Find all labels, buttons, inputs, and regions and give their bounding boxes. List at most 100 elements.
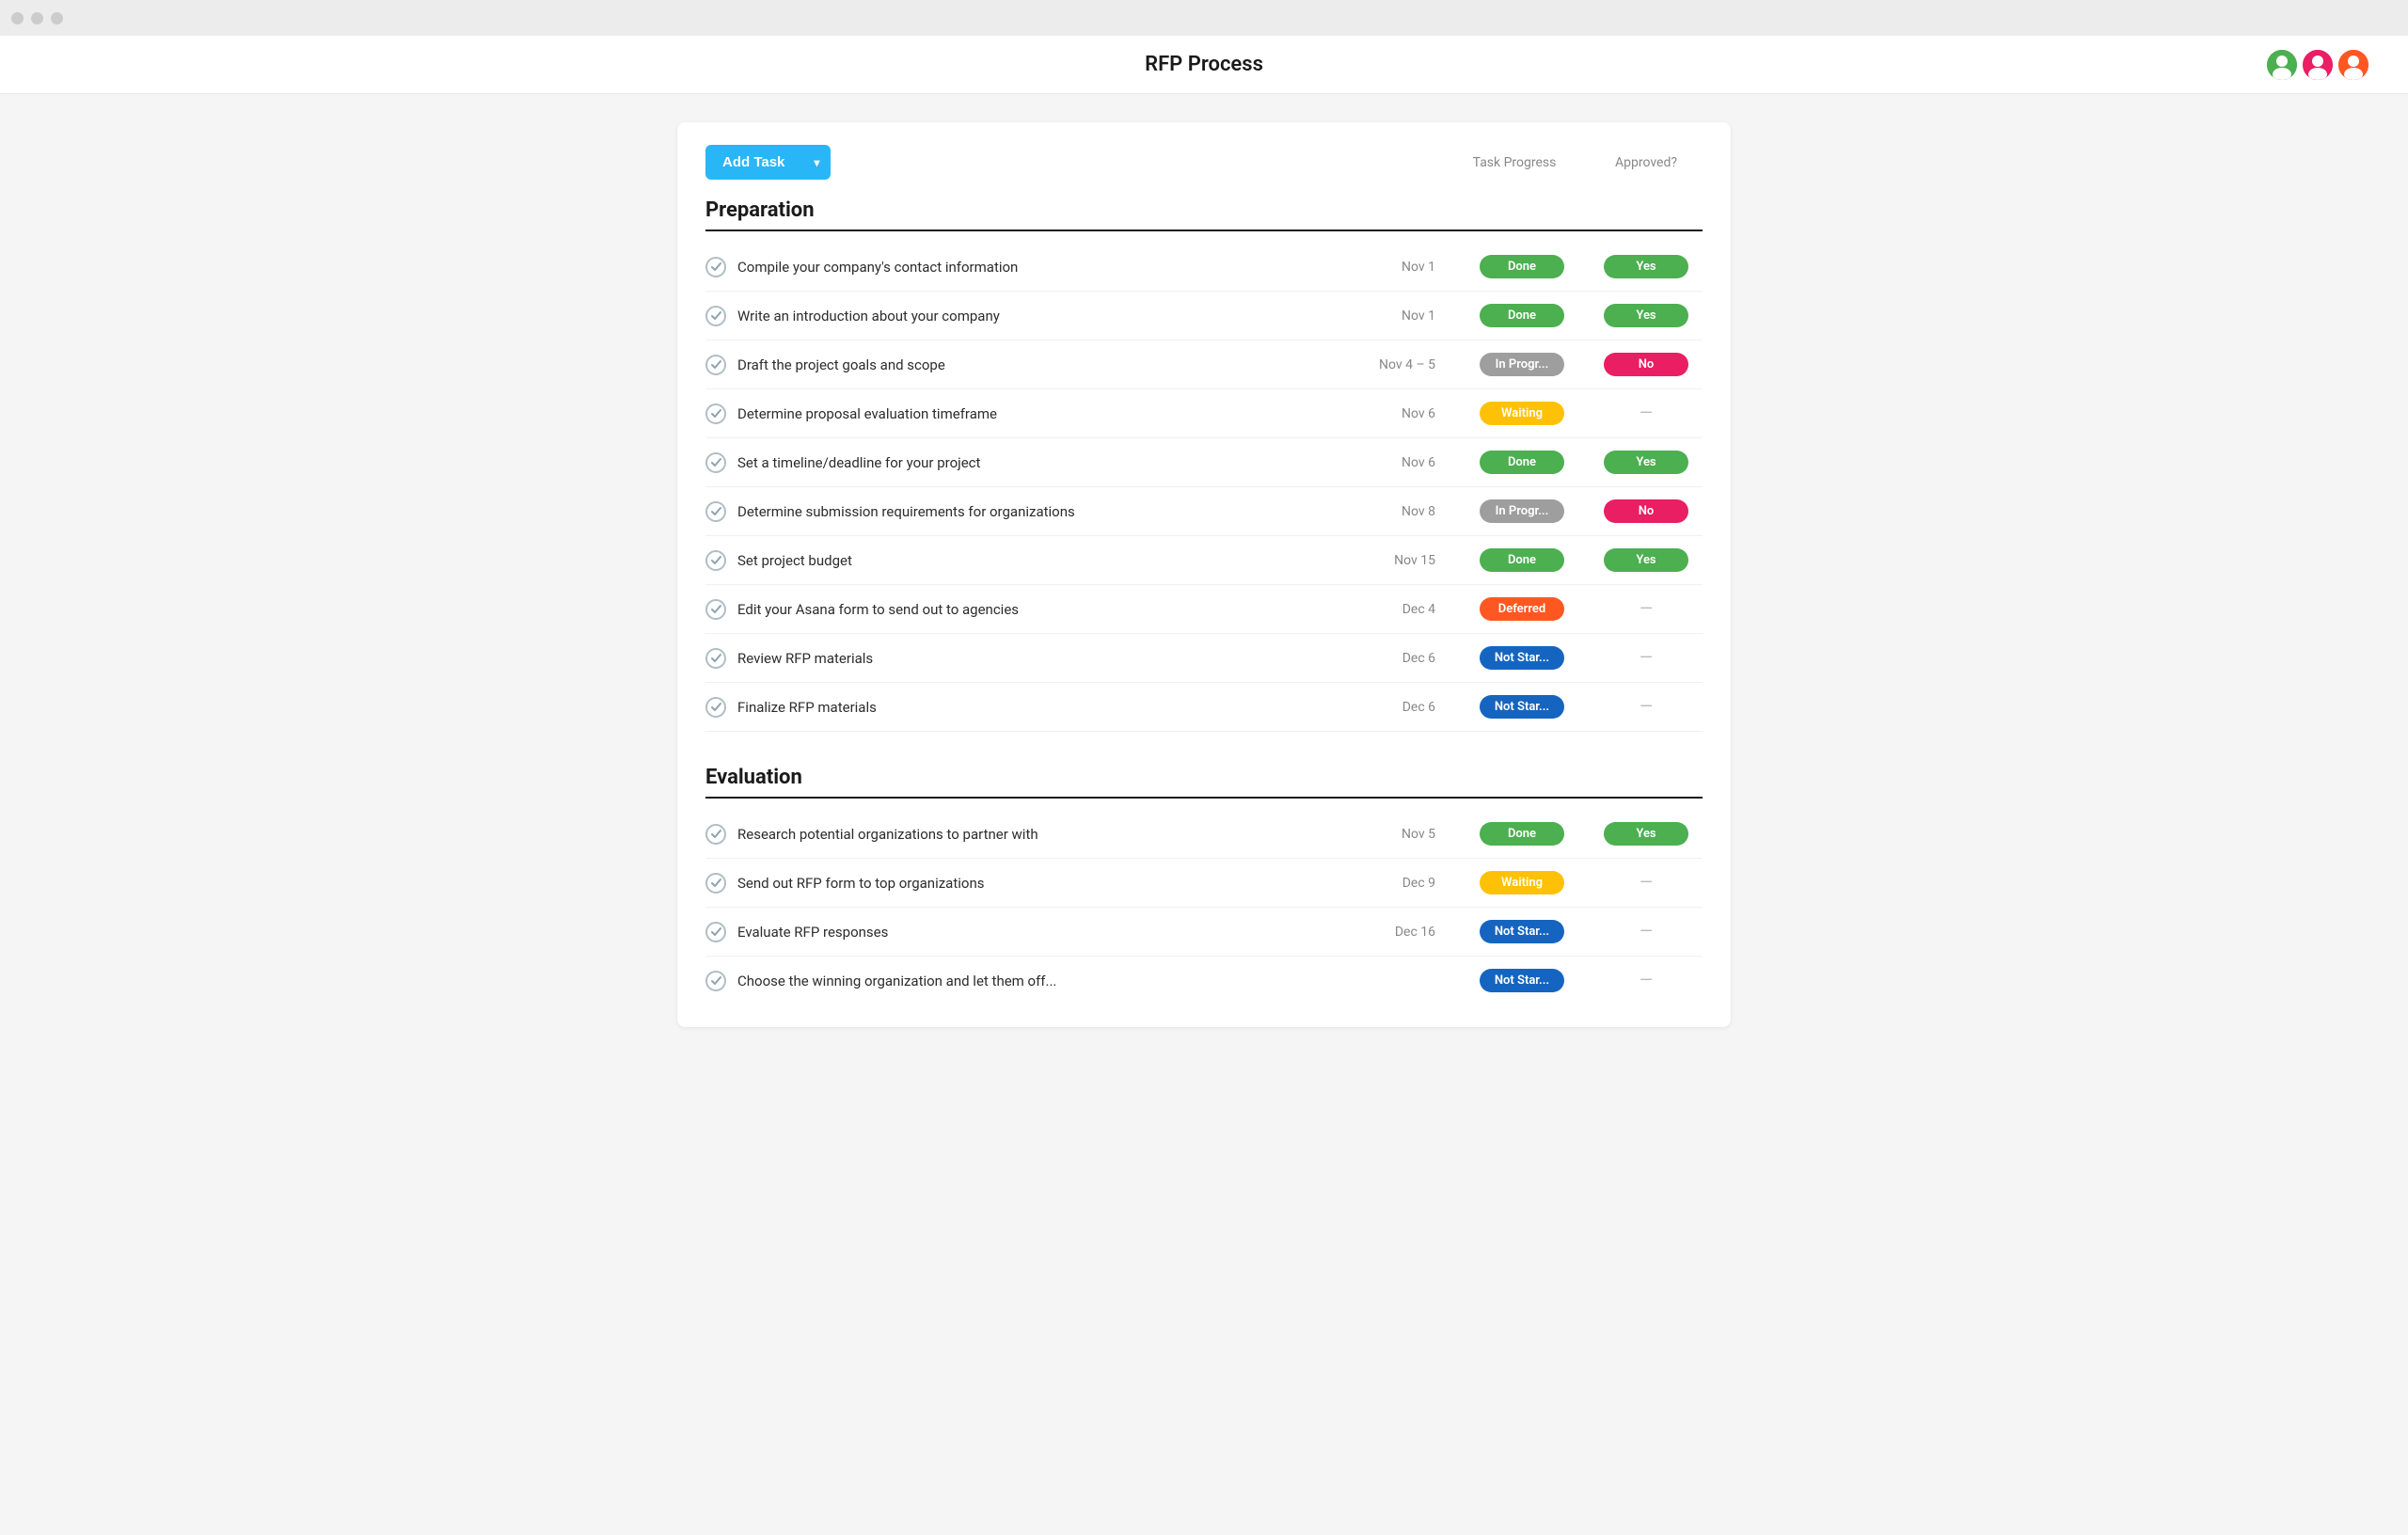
status-badge: Done bbox=[1480, 822, 1564, 846]
status-badge: Not Star... bbox=[1480, 695, 1564, 719]
status-badge: Not Star... bbox=[1480, 920, 1564, 943]
task-date: Dec 9 bbox=[1360, 876, 1435, 891]
task-approved[interactable]: Yes bbox=[1590, 255, 1703, 278]
status-badge: Waiting bbox=[1480, 402, 1564, 425]
task-check-icon[interactable] bbox=[705, 501, 726, 522]
task-name: Set a timeline/deadline for your project bbox=[737, 454, 1349, 471]
task-check-icon[interactable] bbox=[705, 452, 726, 473]
task-name: Set project budget bbox=[737, 552, 1349, 569]
maximize-dot[interactable] bbox=[51, 12, 63, 24]
task-check-icon[interactable] bbox=[705, 824, 726, 845]
task-check-icon[interactable] bbox=[705, 922, 726, 942]
table-row[interactable]: Evaluate RFP responsesDec 16Not Star...— bbox=[705, 908, 1703, 957]
task-check-icon[interactable] bbox=[705, 697, 726, 718]
task-status[interactable]: In Progr... bbox=[1465, 499, 1578, 523]
status-badge: Not Star... bbox=[1480, 969, 1564, 992]
approved-dash: — bbox=[1604, 648, 1688, 668]
app-header: RFP Process bbox=[0, 36, 2408, 94]
task-status[interactable]: Done bbox=[1465, 822, 1578, 846]
section-title-preparation: Preparation bbox=[705, 198, 1703, 222]
task-check-icon[interactable] bbox=[705, 355, 726, 375]
table-row[interactable]: Compile your company's contact informati… bbox=[705, 243, 1703, 292]
task-date: Dec 16 bbox=[1360, 925, 1435, 940]
table-row[interactable]: Finalize RFP materialsDec 6Not Star...— bbox=[705, 683, 1703, 732]
status-badge: Deferred bbox=[1480, 597, 1564, 621]
task-date: Nov 1 bbox=[1360, 260, 1435, 275]
approved-badge: No bbox=[1604, 499, 1688, 523]
task-status[interactable]: Waiting bbox=[1465, 402, 1578, 425]
approved-badge: Yes bbox=[1604, 548, 1688, 572]
task-check-icon[interactable] bbox=[705, 971, 726, 991]
close-dot[interactable] bbox=[11, 12, 24, 24]
task-check-icon[interactable] bbox=[705, 306, 726, 326]
approved-dash: — bbox=[1604, 873, 1688, 893]
table-row[interactable]: Choose the winning organization and let … bbox=[705, 957, 1703, 1005]
task-approved[interactable]: Yes bbox=[1590, 822, 1703, 846]
task-approved[interactable]: Yes bbox=[1590, 451, 1703, 474]
table-row[interactable]: Send out RFP form to top organizationsDe… bbox=[705, 859, 1703, 908]
task-status[interactable]: In Progr... bbox=[1465, 353, 1578, 376]
task-approved[interactable]: — bbox=[1590, 922, 1703, 942]
status-badge: Done bbox=[1480, 255, 1564, 278]
add-task-button[interactable]: Add Task ▾ bbox=[705, 145, 831, 180]
table-row[interactable]: Write an introduction about your company… bbox=[705, 292, 1703, 340]
table-row[interactable]: Research potential organizations to part… bbox=[705, 810, 1703, 859]
section-divider-preparation bbox=[705, 229, 1703, 231]
col-header-task-progress: Task Progress bbox=[1458, 155, 1571, 170]
task-status[interactable]: Not Star... bbox=[1465, 695, 1578, 719]
status-badge: Done bbox=[1480, 548, 1564, 572]
approved-dash: — bbox=[1604, 697, 1688, 717]
task-status[interactable]: Deferred bbox=[1465, 597, 1578, 621]
table-row[interactable]: Set project budget Nov 15 Done Yes bbox=[705, 536, 1703, 585]
task-date: Nov 8 bbox=[1360, 504, 1435, 519]
col-header-approved: Approved? bbox=[1590, 155, 1703, 170]
task-date: Dec 4 bbox=[1360, 602, 1435, 617]
task-check-icon[interactable] bbox=[705, 257, 726, 277]
task-approved[interactable]: No bbox=[1590, 499, 1703, 523]
approved-badge: Yes bbox=[1604, 822, 1688, 846]
task-date: Dec 6 bbox=[1360, 700, 1435, 715]
add-task-dropdown-icon[interactable]: ▾ bbox=[802, 147, 831, 179]
task-approved[interactable]: — bbox=[1590, 404, 1703, 423]
task-status[interactable]: Not Star... bbox=[1465, 969, 1578, 992]
task-name: Edit your Asana form to send out to agen… bbox=[737, 601, 1349, 618]
task-approved[interactable]: Yes bbox=[1590, 548, 1703, 572]
task-status[interactable]: Done bbox=[1465, 451, 1578, 474]
task-name: Compile your company's contact informati… bbox=[737, 259, 1349, 276]
task-check-icon[interactable] bbox=[705, 873, 726, 894]
task-approved[interactable]: No bbox=[1590, 353, 1703, 376]
task-approved[interactable]: — bbox=[1590, 971, 1703, 990]
task-check-icon[interactable] bbox=[705, 599, 726, 620]
task-status[interactable]: Not Star... bbox=[1465, 646, 1578, 670]
task-status[interactable]: Done bbox=[1465, 255, 1578, 278]
task-approved[interactable]: — bbox=[1590, 873, 1703, 893]
task-status[interactable]: Not Star... bbox=[1465, 920, 1578, 943]
task-approved[interactable]: — bbox=[1590, 648, 1703, 668]
task-date: Nov 5 bbox=[1360, 827, 1435, 842]
task-approved[interactable]: Yes bbox=[1590, 304, 1703, 327]
table-row[interactable]: Draft the project goals and scopeNov 4 –… bbox=[705, 340, 1703, 389]
task-check-icon[interactable] bbox=[705, 648, 726, 669]
task-status[interactable]: Done bbox=[1465, 548, 1578, 572]
table-row[interactable]: Review RFP materialsDec 6Not Star...— bbox=[705, 634, 1703, 683]
task-name: Review RFP materials bbox=[737, 650, 1349, 667]
status-badge: Not Star... bbox=[1480, 646, 1564, 670]
task-approved[interactable]: — bbox=[1590, 697, 1703, 717]
approved-dash: — bbox=[1604, 971, 1688, 990]
task-name: Determine submission requirements for or… bbox=[737, 503, 1349, 520]
task-approved[interactable]: — bbox=[1590, 599, 1703, 619]
task-check-icon[interactable] bbox=[705, 550, 726, 571]
table-row[interactable]: Edit your Asana form to send out to agen… bbox=[705, 585, 1703, 634]
task-status[interactable]: Waiting bbox=[1465, 871, 1578, 894]
task-check-icon[interactable] bbox=[705, 404, 726, 424]
task-name: Draft the project goals and scope bbox=[737, 356, 1349, 373]
task-name: Choose the winning organization and let … bbox=[737, 973, 1349, 989]
status-badge: In Progr... bbox=[1480, 353, 1564, 376]
table-row[interactable]: Determine submission requirements for or… bbox=[705, 487, 1703, 536]
task-status[interactable]: Done bbox=[1465, 304, 1578, 327]
table-row[interactable]: Determine proposal evaluation timeframeN… bbox=[705, 389, 1703, 438]
minimize-dot[interactable] bbox=[31, 12, 43, 24]
table-row[interactable]: Set a timeline/deadline for your project… bbox=[705, 438, 1703, 487]
task-date: Nov 15 bbox=[1360, 553, 1435, 568]
task-date: Nov 6 bbox=[1360, 455, 1435, 470]
